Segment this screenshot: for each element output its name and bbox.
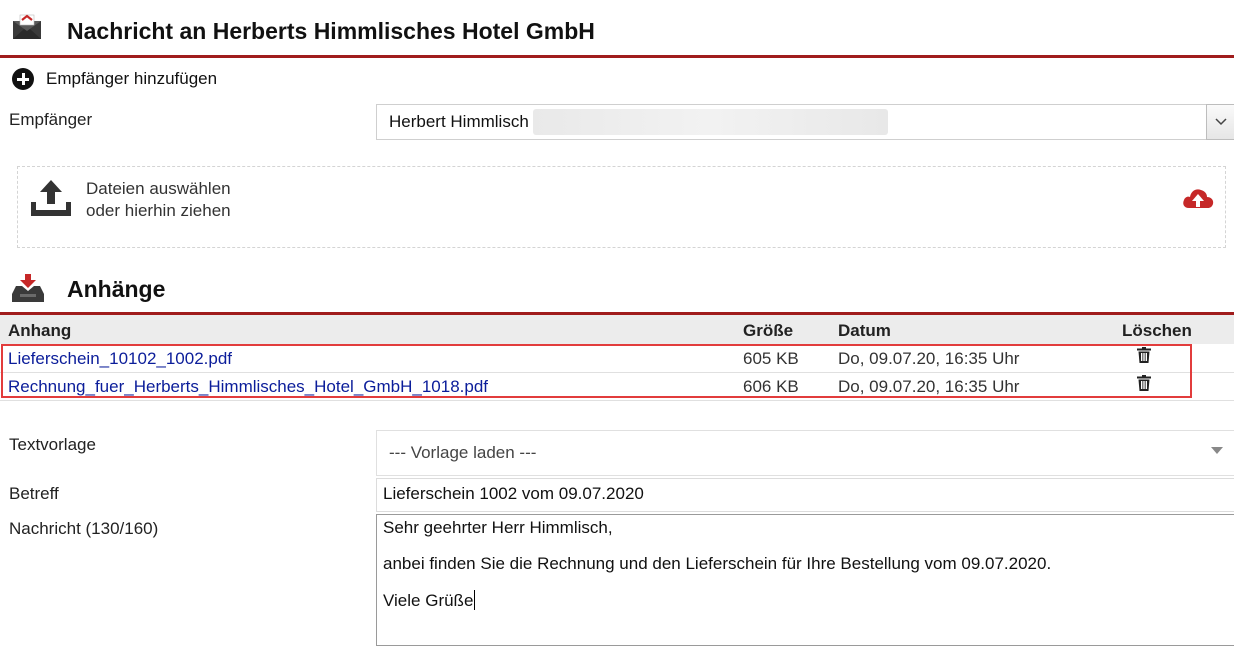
envelope-icon	[13, 14, 41, 39]
recipient-select[interactable]: Herbert Himmlisch	[376, 104, 1207, 140]
table-header	[0, 315, 1234, 344]
recipient-value: Herbert Himmlisch	[389, 112, 529, 131]
column-header-size[interactable]: Größe	[743, 321, 793, 341]
message-label: Nachricht (130/160)	[9, 519, 159, 538]
dropzone-text: Dateien auswählen oder hierhin ziehen	[86, 178, 231, 222]
subject-value: Lieferschein 1002 vom 09.07.2020	[383, 484, 644, 503]
template-label: Textvorlage	[9, 435, 96, 454]
recipient-dropdown-button[interactable]	[1206, 104, 1234, 140]
cloud-upload-icon[interactable]	[1182, 186, 1214, 210]
add-recipient-label: Empfänger hinzufügen	[46, 69, 218, 88]
row-divider	[0, 400, 1234, 401]
text-cursor	[474, 590, 476, 610]
column-header-date[interactable]: Datum	[838, 321, 891, 341]
download-tray-icon	[12, 274, 44, 302]
chevron-down-icon	[1214, 118, 1227, 126]
add-recipient-button[interactable]: Empfänger hinzufügen	[12, 66, 217, 92]
attachments-title: Anhänge	[67, 276, 166, 302]
message-line: Sehr geehrter Herr Himmlisch,	[383, 518, 613, 537]
message-line: anbei finden Sie die Rechnung und den Li…	[383, 554, 1052, 573]
chevron-down-icon	[1211, 447, 1223, 454]
recipient-label: Empfänger	[9, 110, 93, 129]
plus-circle-icon	[12, 68, 34, 90]
column-header-delete: Löschen	[1122, 321, 1192, 340]
column-header-attachment[interactable]: Anhang	[8, 321, 71, 341]
header-divider	[0, 55, 1234, 58]
recipient-email-blurred	[532, 109, 888, 135]
dropzone-line-2: oder hierhin ziehen	[86, 201, 231, 220]
message-line-last: Viele Grüße	[383, 590, 476, 611]
subject-label: Betreff	[9, 484, 59, 503]
page-title: Nachricht an Herberts Himmlisches Hotel …	[67, 18, 595, 44]
template-value: --- Vorlage laden ---	[389, 443, 537, 462]
upload-icon[interactable]	[31, 180, 71, 216]
dropzone-line-1: Dateien auswählen	[86, 179, 231, 198]
message-line: Viele Grüße	[383, 591, 474, 610]
attachments-highlight	[1, 344, 1192, 398]
